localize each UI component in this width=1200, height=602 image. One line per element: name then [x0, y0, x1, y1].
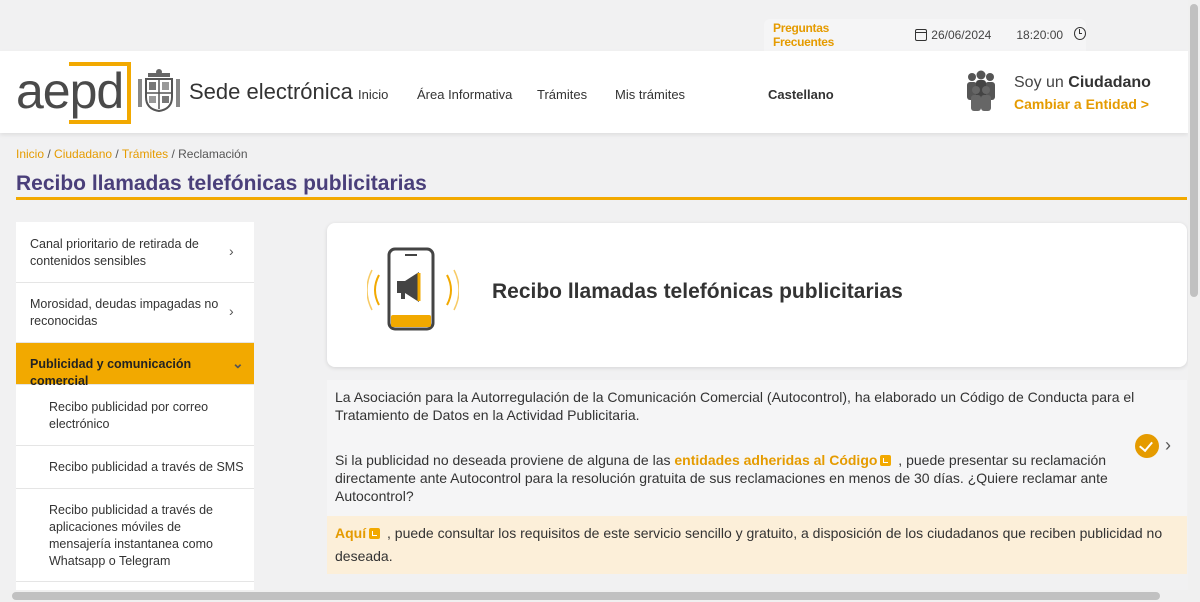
title-divider	[16, 197, 1187, 200]
nav-inicio[interactable]: Inicio	[358, 87, 388, 102]
sidebar-subitem-mensajeria[interactable]: Recibo publicidad a través de aplicacion…	[16, 489, 254, 582]
aqui-link[interactable]: Aquí	[335, 525, 366, 541]
p3-after: , puede consultar los requisitos de este…	[335, 525, 1163, 564]
nav-mis-tramites[interactable]: Mis trámites	[615, 87, 685, 102]
sidebar-item-contenidos-sensibles[interactable]: Canal prioritario de retirada de conteni…	[16, 222, 254, 283]
breadcrumb-inicio[interactable]: Inicio	[16, 147, 44, 161]
sidebar-subitem-correo[interactable]: Recibo publicidad por correo electrónico	[16, 385, 254, 446]
external-link-icon[interactable]	[369, 528, 381, 539]
chevron-right-icon[interactable]: ›	[1165, 435, 1171, 456]
breadcrumb-current: Reclamación	[178, 147, 248, 161]
info-box: La Asociación para la Autorregulación de…	[327, 380, 1187, 516]
sidebar-item-label: Canal prioritario de retirada de conteni…	[30, 237, 199, 268]
service-card: Recibo llamadas telefónicas publicitaria…	[327, 223, 1187, 367]
sidebar-item-label: Recibo publicidad a través de SMS	[49, 460, 244, 474]
current-date: 26/06/2024	[931, 28, 992, 42]
sidebar-item-publicidad[interactable]: Publicidad y comunicación comercial ⌄	[16, 343, 254, 388]
clock-icon	[1074, 26, 1086, 40]
switch-profile-link[interactable]: Cambiar a Entidad >	[1014, 96, 1149, 112]
faq-link[interactable]: Preguntas Frecuentes	[773, 21, 881, 49]
phone-megaphone-icon	[367, 247, 459, 331]
calendar-icon	[915, 29, 928, 41]
current-time: 18:20:00	[1016, 28, 1064, 42]
vertical-scrollbar[interactable]	[1188, 0, 1200, 602]
breadcrumb: Inicio / Ciudadano / Trámites / Reclamac…	[16, 147, 248, 161]
highlight-paragraph: Aquí , puede consultar los requisitos de…	[335, 522, 1175, 568]
top-info-bar: Preguntas Frecuentes 26/06/2024 18:20:00	[764, 19, 1086, 51]
sidebar-item-label: Recibo publicidad por correo electrónico	[49, 400, 209, 431]
external-link-icon[interactable]	[880, 455, 892, 466]
chevron-right-icon: ›	[229, 303, 234, 319]
entidades-adheridas-link[interactable]: entidades adheridas al Código	[674, 452, 877, 468]
sidebar: Canal prioritario de retirada de conteni…	[16, 222, 254, 590]
info-paragraph-autocontrol: Si la publicidad no deseada proviene de …	[335, 451, 1115, 505]
breadcrumb-ciudadano[interactable]: Ciudadano	[54, 147, 112, 161]
profile-role: Ciudadano	[1068, 74, 1151, 91]
chevron-right-icon: ›	[229, 243, 234, 259]
card-title: Recibo llamadas telefónicas publicitaria…	[492, 280, 903, 303]
nav-area-informativa[interactable]: Área Informativa	[417, 87, 512, 102]
sidebar-subitem-sms[interactable]: Recibo publicidad a través de SMS	[16, 446, 254, 489]
people-icon	[967, 70, 995, 111]
sidebar-item-label: Morosidad, deudas impagadas no reconocid…	[30, 297, 219, 328]
nav-tramites[interactable]: Trámites	[537, 87, 587, 102]
coat-of-arms-icon	[138, 69, 180, 113]
check-icon[interactable]	[1135, 434, 1159, 458]
site-header: aepd Sede electrónica Inicio Área Inform…	[0, 51, 1188, 133]
vertical-scrollbar-thumb[interactable]	[1190, 4, 1198, 297]
p2-before: Si la publicidad no deseada proviene de …	[335, 452, 675, 468]
aepd-logo[interactable]: aepd	[16, 62, 131, 124]
logo-text: aepd	[16, 63, 124, 119]
profile-type: Soy un Ciudadano	[1014, 74, 1151, 92]
horizontal-scrollbar[interactable]	[0, 590, 1188, 602]
breadcrumb-tramites[interactable]: Trámites	[122, 147, 168, 161]
site-name: Sede electrónica	[189, 79, 353, 104]
profile-prefix: Soy un	[1014, 74, 1069, 91]
info-paragraph: La Asociación para la Autorregulación de…	[335, 389, 1135, 423]
page-title: Recibo llamadas telefónicas publicitaria…	[16, 172, 427, 195]
language-selector[interactable]: Castellano	[768, 87, 834, 102]
chevron-down-icon: ⌄	[232, 355, 244, 371]
highlight-box: Aquí , puede consultar los requisitos de…	[327, 516, 1187, 574]
horizontal-scrollbar-thumb[interactable]	[12, 592, 1160, 600]
sidebar-item-label: Recibo publicidad a través de aplicacion…	[49, 503, 213, 568]
sidebar-item-morosidad[interactable]: Morosidad, deudas impagadas no reconocid…	[16, 283, 254, 343]
